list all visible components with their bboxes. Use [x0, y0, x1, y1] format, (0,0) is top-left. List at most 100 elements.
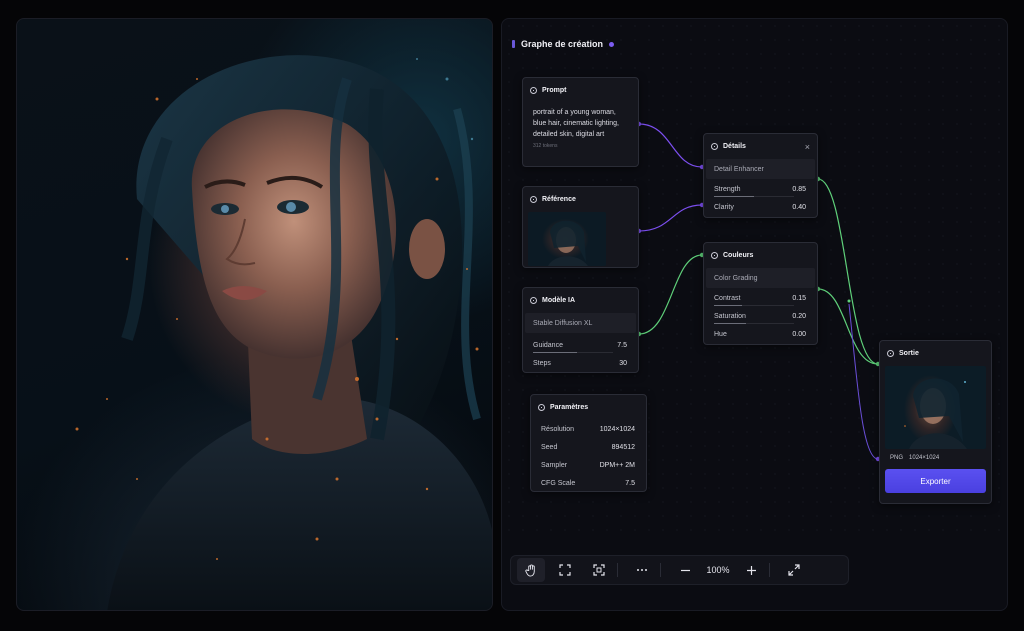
strength-label: Strength: [714, 185, 741, 193]
portrait-illustration: [75, 55, 492, 610]
strength-slider[interactable]: [714, 196, 794, 197]
zoom-out-icon: [680, 569, 690, 571]
colors-select[interactable]: Color Grading: [706, 268, 815, 288]
close-icon[interactable]: ×: [805, 142, 810, 152]
output-format: PNG: [890, 455, 904, 461]
parameters-node-header[interactable]: Paramètres: [531, 395, 646, 420]
strength-param[interactable]: Strength 0.85: [704, 180, 817, 198]
reference-node-title: Référence: [542, 196, 576, 203]
contrast-label: Contrast: [714, 294, 741, 302]
palette-icon: [711, 252, 718, 259]
colors-node-title: Couleurs: [723, 252, 754, 259]
cfg-scale-row: CFG Scale 7.5: [531, 474, 646, 492]
colors-node[interactable]: Couleurs Color Grading Contrast 0.15 Sat…: [703, 242, 818, 345]
sampler-label: Sampler: [541, 461, 568, 469]
details-node-header[interactable]: Détails ×: [704, 134, 817, 159]
wire-prompt-details: [638, 123, 703, 168]
wire-model-colors: [638, 254, 703, 335]
output-node-header[interactable]: Sortie: [880, 341, 991, 366]
steps-label: Steps: [533, 359, 551, 367]
info-icon: [530, 297, 537, 304]
seed-value: 894512: [611, 443, 635, 451]
generated-image-preview: [16, 18, 493, 611]
details-node-title: Détails: [723, 143, 746, 150]
guidance-label: Guidance: [533, 341, 563, 349]
hue-value: 0.00: [792, 330, 806, 338]
reference-node[interactable]: Référence: [522, 186, 639, 268]
model-select[interactable]: Stable Diffusion XL: [525, 313, 636, 333]
reference-face-illustration: [548, 220, 588, 266]
resolution-label: Résolution: [541, 425, 575, 433]
clarity-value: 0.40: [792, 203, 806, 211]
model-node-header[interactable]: Modèle IA: [523, 288, 638, 313]
sparkle-icon: [711, 143, 718, 150]
focus-selection-button[interactable]: [585, 558, 613, 582]
hue-param[interactable]: Hue 0.00: [704, 325, 817, 343]
sampler-value: DPM++ 2M: [599, 461, 635, 469]
output-face-illustration: [904, 378, 967, 449]
clarity-param[interactable]: Clarity 0.40: [704, 198, 817, 216]
contrast-param[interactable]: Contrast 0.15: [704, 289, 817, 307]
details-node[interactable]: Détails × Detail Enhancer Strength 0.85 …: [703, 133, 818, 218]
settings-icon: [538, 404, 545, 411]
parameters-node[interactable]: Paramètres Résolution 1024×1024 Seed 894…: [530, 394, 647, 492]
contrast-slider[interactable]: [714, 305, 794, 306]
reference-thumbnail[interactable]: [528, 212, 606, 266]
more-icon: [637, 569, 647, 571]
export-button[interactable]: Exporter: [885, 469, 986, 493]
saturation-param[interactable]: Saturation 0.20: [704, 307, 817, 325]
focus-icon: [593, 564, 605, 576]
wire-reference-details: [638, 204, 703, 232]
zoom-in-button[interactable]: [737, 558, 765, 582]
clarity-label: Clarity: [714, 203, 734, 211]
saturation-value: 0.20: [792, 312, 806, 320]
hand-tool-button[interactable]: [517, 558, 545, 582]
guidance-slider[interactable]: [533, 352, 613, 353]
expand-icon: [788, 564, 800, 576]
strength-value: 0.85: [792, 185, 806, 193]
zoom-level: 100%: [706, 565, 730, 575]
cfg-scale-label: CFG Scale: [541, 479, 576, 487]
fullscreen-button[interactable]: [780, 558, 808, 582]
hue-label: Hue: [714, 330, 727, 338]
output-preview-image[interactable]: [885, 366, 986, 449]
seed-label: Seed: [541, 443, 558, 451]
wire-details-output: [817, 178, 879, 365]
output-icon: [887, 350, 894, 357]
steps-param[interactable]: Steps 30: [523, 354, 638, 372]
guidance-value: 7.5: [617, 341, 627, 349]
zoom-out-button[interactable]: [671, 558, 699, 582]
prompt-node-header[interactable]: Prompt: [523, 78, 638, 103]
sampler-row: Sampler DPM++ 2M: [531, 456, 646, 474]
fit-frame-button[interactable]: [551, 558, 579, 582]
resolution-row: Résolution 1024×1024: [531, 420, 646, 438]
steps-value: 30: [619, 359, 627, 367]
frame-icon: [559, 564, 571, 576]
resolution-value: 1024×1024: [599, 425, 635, 433]
model-node[interactable]: Modèle IA Stable Diffusion XL Guidance 7…: [522, 287, 639, 373]
info-icon: [530, 87, 537, 94]
output-node-title: Sortie: [899, 350, 919, 357]
toolbar-divider: [617, 563, 618, 577]
saturation-slider[interactable]: [714, 323, 794, 324]
info-icon: [530, 196, 537, 203]
cfg-scale-value: 7.5: [625, 479, 635, 487]
hand-icon: [524, 563, 535, 577]
model-node-title: Modèle IA: [542, 297, 576, 304]
guidance-param[interactable]: Guidance 7.5: [523, 336, 638, 354]
output-size: 1024×1024: [909, 455, 940, 461]
colors-node-header[interactable]: Couleurs: [704, 243, 817, 268]
output-node[interactable]: Sortie PNG 1024×1024 Exporter: [879, 340, 992, 504]
prompt-text[interactable]: portrait of a young woman, blue hair, ci…: [523, 103, 638, 140]
prompt-node-title: Prompt: [542, 87, 567, 94]
wire-params-output: [848, 303, 879, 460]
reference-node-header[interactable]: Référence: [523, 187, 638, 212]
parameters-node-title: Paramètres: [550, 404, 589, 411]
node-graph-panel: Graphe de création Prompt portrait of a …: [501, 18, 1009, 611]
prompt-token-count: 312 tokens: [533, 143, 558, 149]
toolbar-divider: [769, 563, 770, 577]
prompt-node[interactable]: Prompt portrait of a young woman, blue h…: [522, 77, 639, 167]
more-options-button[interactable]: [628, 558, 656, 582]
saturation-label: Saturation: [714, 312, 746, 320]
details-select[interactable]: Detail Enhancer: [706, 159, 815, 179]
